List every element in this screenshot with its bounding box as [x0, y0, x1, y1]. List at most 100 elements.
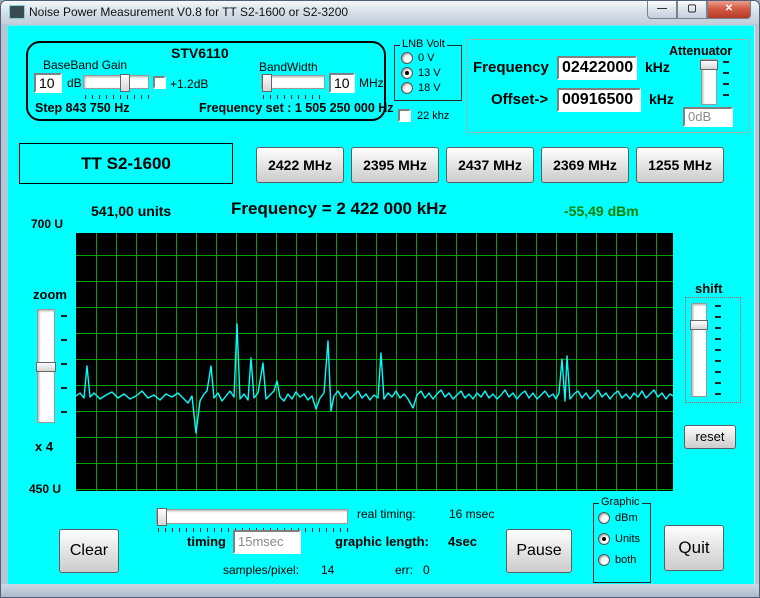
preset-button-2422-mhz[interactable]: 2422 MHz [256, 147, 344, 183]
timing-slider[interactable] [156, 508, 348, 526]
radio-icon[interactable] [598, 532, 610, 545]
clear-button[interactable]: Clear [59, 529, 119, 573]
khz22-label: 22 khz [417, 110, 450, 122]
shift-slider-thumb[interactable] [690, 320, 708, 330]
dbm-readout: -55,49 dBm [564, 203, 639, 219]
err-label: err: [395, 563, 413, 577]
preset-button-2395-mhz[interactable]: 2395 MHz [351, 147, 439, 183]
spectrum-plot[interactable] [75, 233, 674, 491]
graph-title: Frequency = 2 422 000 kHz [231, 199, 447, 218]
window-bottom-frame [1, 584, 759, 597]
radio-icon[interactable] [401, 81, 413, 94]
graphic-option-units[interactable]: Units [598, 531, 650, 546]
app-icon [9, 5, 25, 19]
maximize-button[interactable]: ▢ [677, 1, 707, 19]
chip-label: STV6110 [171, 45, 229, 61]
graphic-option-label: both [615, 553, 637, 566]
zoom-slider-ticks [61, 315, 67, 417]
graphic-length-value: 4sec [448, 534, 477, 549]
attenuator-label: Attenuator [669, 44, 733, 58]
shift-slider-ticks [715, 305, 721, 395]
bandwidth-slider-ticks [263, 95, 325, 99]
offset-label: Offset-> [491, 91, 549, 108]
graphic-option-both[interactable]: both [598, 552, 650, 567]
window-controls: — ▢ ✕ [647, 1, 751, 19]
device-name-box: TT S2-1600 [19, 143, 233, 184]
title-bar[interactable]: Noise Power Measurement V0.8 for TT S2-1… [1, 1, 759, 24]
pause-button[interactable]: Pause [506, 529, 572, 573]
timing-label: timing [187, 534, 226, 549]
frequency-set-label: Frequency set : 1 505 250 000 Hz [199, 101, 394, 115]
err-value: 0 [423, 563, 430, 577]
offset-value-field[interactable]: 00916500 [557, 88, 641, 112]
timing-value-field[interactable]: 15msec [233, 530, 301, 554]
gain-slider[interactable] [83, 74, 149, 92]
shift-slider[interactable] [690, 303, 708, 397]
lnb-group: LNB Volt 0 V 13 V 18 V [394, 38, 462, 101]
gain-slider-ticks [85, 95, 149, 99]
frequency-label: Frequency [473, 59, 549, 76]
offset-unit-label: kHz [649, 91, 674, 107]
graphic-group: Graphic dBm Units both [593, 496, 651, 583]
attenuator-slider[interactable] [700, 59, 718, 105]
zoom-slider-thumb[interactable] [36, 362, 56, 372]
lnb-option-18-v[interactable]: 18 V [401, 80, 461, 95]
bandwidth-label: BandWidth [259, 60, 318, 74]
boost-label: +1.2dB [170, 77, 209, 91]
zoom-label: zoom [33, 287, 67, 302]
frequency-unit-label: kHz [645, 59, 670, 75]
minimize-button[interactable]: — [647, 1, 677, 19]
radio-icon[interactable] [598, 553, 610, 566]
attenuator-ticks [723, 61, 729, 105]
lnb-option-label: 0 V [418, 51, 435, 64]
radio-icon[interactable] [401, 51, 413, 64]
lnb-caption: LNB Volt [400, 38, 447, 50]
real-timing-value: 16 msec [449, 507, 495, 521]
radio-icon[interactable] [401, 66, 413, 79]
bw-value-field[interactable]: 10 [329, 73, 355, 93]
attenuator-slider-thumb[interactable] [700, 60, 718, 70]
preset-button-2369-mhz[interactable]: 2369 MHz [541, 147, 629, 183]
attenuator-value-field[interactable]: 0dB [683, 107, 733, 127]
reset-button[interactable]: reset [684, 425, 736, 449]
preset-button-1255-mhz[interactable]: 1255 MHz [636, 147, 724, 183]
timing-slider-thumb[interactable] [157, 508, 167, 526]
lnb-option-label: 13 V [418, 66, 441, 79]
y-bottom-label: 450 U [29, 482, 62, 496]
client-area: STV6110 BaseBand Gain BandWidth 10 dB +1… [7, 25, 755, 586]
gain-slider-thumb[interactable] [120, 74, 130, 92]
step-label: Step 843 750 Hz [35, 101, 130, 115]
real-timing-label: real timing: [357, 507, 416, 521]
quit-button[interactable]: Quit [664, 525, 724, 571]
bandwidth-slider[interactable] [261, 74, 325, 92]
close-button[interactable]: ✕ [707, 1, 751, 19]
gain-value-field[interactable]: 10 [34, 73, 62, 93]
preset-button-2437-mhz[interactable]: 2437 MHz [446, 147, 534, 183]
graphic-option-dbm[interactable]: dBm [598, 510, 650, 525]
graphic-option-label: dBm [615, 511, 638, 524]
app-window: Noise Power Measurement V0.8 for TT S2-1… [0, 0, 760, 598]
zoom-slider[interactable] [36, 309, 56, 423]
window-title: Noise Power Measurement V0.8 for TT S2-1… [29, 5, 349, 19]
zoom-factor-label: x 4 [35, 439, 54, 454]
lnb-option-0-v[interactable]: 0 V [401, 50, 461, 65]
shift-label: shift [695, 281, 723, 296]
gain-unit-label: dB [67, 76, 82, 90]
radio-icon[interactable] [598, 511, 610, 524]
y-top-label: 700 U [31, 217, 64, 231]
frequency-value-field[interactable]: 02422000 [557, 56, 637, 80]
preset-button-row: 2422 MHz 2395 MHz 2437 MHz 2369 MHz 1255 MHz [256, 147, 724, 183]
khz22-checkbox[interactable] [398, 109, 411, 122]
graphic-length-label: graphic length: [335, 534, 429, 549]
baseband-gain-label: BaseBand Gain [43, 58, 128, 72]
graphic-caption: Graphic [599, 496, 642, 508]
lnb-option-label: 18 V [418, 81, 441, 94]
graphic-option-label: Units [615, 532, 641, 545]
boost-checkbox[interactable] [153, 76, 166, 89]
bw-unit-label: MHz [359, 76, 384, 90]
lnb-option-13-v[interactable]: 13 V [401, 65, 461, 80]
units-readout: 541,00 units [91, 203, 172, 219]
bandwidth-slider-thumb[interactable] [262, 74, 272, 92]
samples-label: samples/pixel: [223, 563, 300, 577]
samples-value: 14 [321, 563, 335, 577]
